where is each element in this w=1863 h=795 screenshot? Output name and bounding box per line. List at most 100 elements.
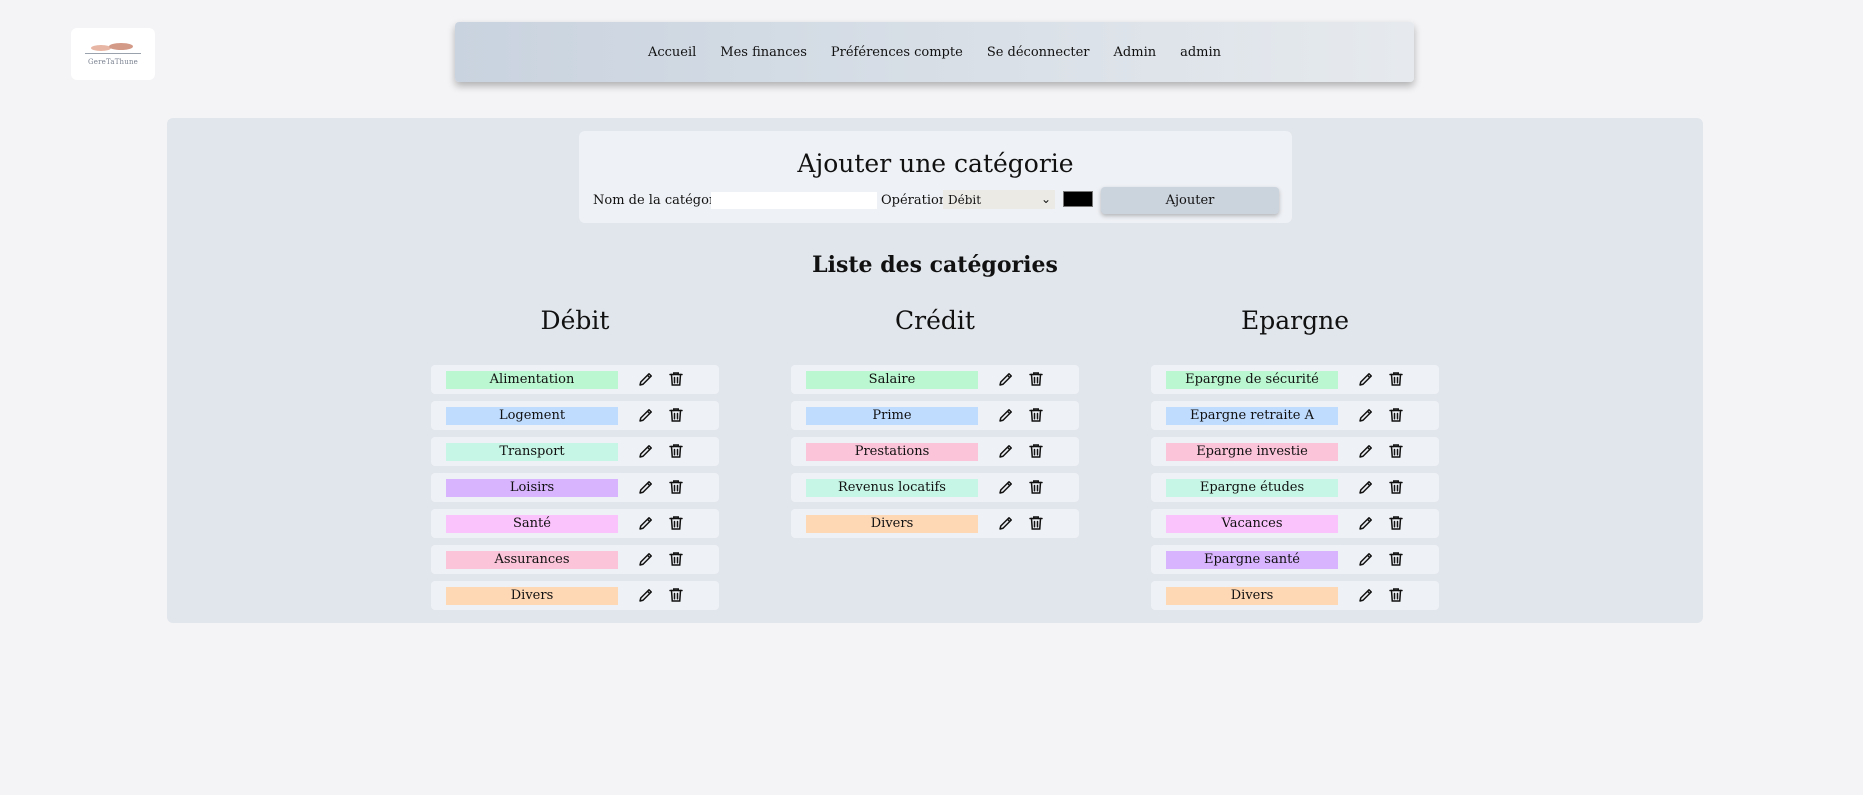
main-panel: Ajouter une catégorie Nom de la catégori… — [167, 118, 1703, 623]
column-debit: Débit Alimentation Logement Transport Loisi… — [431, 306, 719, 610]
nav-mes-finances[interactable]: Mes finances — [708, 45, 819, 60]
edit-pencil-icon[interactable] — [637, 478, 655, 496]
category-label: Revenus locatifs — [806, 479, 978, 497]
delete-trash-icon[interactable] — [667, 442, 685, 460]
category-label: Alimentation — [446, 371, 618, 389]
rows-credit: Salaire Prime Prestations Revenus locatifs D… — [791, 365, 1079, 545]
app-logo[interactable]: GereTaThune — [71, 28, 155, 80]
edit-pencil-icon[interactable] — [997, 406, 1015, 424]
category-label: Divers — [806, 515, 978, 533]
delete-trash-icon[interactable] — [1387, 478, 1405, 496]
category-label: Prestations — [806, 443, 978, 461]
delete-trash-icon[interactable] — [667, 370, 685, 388]
add-category-row: Nom de la catégorie Opération Débit ⌄ Aj… — [593, 187, 1279, 215]
operation-label: Opération — [881, 193, 948, 208]
category-row: Alimentation — [431, 365, 719, 394]
category-label: Salaire — [806, 371, 978, 389]
edit-pencil-icon[interactable] — [1357, 586, 1375, 604]
category-label: Assurances — [446, 551, 618, 569]
operation-select-value: Débit — [948, 192, 982, 207]
category-row: Assurances — [431, 545, 719, 574]
category-label: Vacances — [1166, 515, 1338, 533]
delete-trash-icon[interactable] — [667, 406, 685, 424]
delete-trash-icon[interactable] — [1387, 514, 1405, 532]
category-row: Epargne de sécurité — [1151, 365, 1439, 394]
delete-trash-icon[interactable] — [1027, 406, 1045, 424]
edit-pencil-icon[interactable] — [997, 478, 1015, 496]
category-row: Revenus locatifs — [791, 473, 1079, 502]
category-row: Logement — [431, 401, 719, 430]
add-category-form: Ajouter une catégorie Nom de la catégori… — [579, 131, 1292, 223]
category-row: Prestations — [791, 437, 1079, 466]
category-label: Epargne études — [1166, 479, 1338, 497]
category-row: Epargne investie — [1151, 437, 1439, 466]
category-row: Divers — [1151, 581, 1439, 610]
add-category-button[interactable]: Ajouter — [1101, 187, 1279, 214]
edit-pencil-icon[interactable] — [637, 586, 655, 604]
edit-pencil-icon[interactable] — [997, 442, 1015, 460]
delete-trash-icon[interactable] — [1027, 370, 1045, 388]
delete-trash-icon[interactable] — [1387, 370, 1405, 388]
category-label: Epargne de sécurité — [1166, 371, 1338, 389]
category-row: Santé — [431, 509, 719, 538]
category-label: Epargne retraite A — [1166, 407, 1338, 425]
delete-trash-icon[interactable] — [1387, 550, 1405, 568]
edit-pencil-icon[interactable] — [1357, 370, 1375, 388]
edit-pencil-icon[interactable] — [997, 514, 1015, 532]
logo-mark-icon — [83, 42, 143, 56]
category-label: Divers — [446, 587, 618, 605]
color-picker[interactable] — [1063, 191, 1093, 207]
category-label: Logement — [446, 407, 618, 425]
category-label: Epargne investie — [1166, 443, 1338, 461]
delete-trash-icon[interactable] — [667, 478, 685, 496]
category-row: Salaire — [791, 365, 1079, 394]
delete-trash-icon[interactable] — [1027, 478, 1045, 496]
edit-pencil-icon[interactable] — [1357, 550, 1375, 568]
nav-admin[interactable]: Admin — [1102, 45, 1169, 60]
edit-pencil-icon[interactable] — [1357, 514, 1375, 532]
category-list-title: Liste des catégories — [812, 252, 1058, 278]
nav-user-admin[interactable]: admin — [1168, 45, 1233, 60]
delete-trash-icon[interactable] — [1387, 586, 1405, 604]
logo-text: GereTaThune — [87, 58, 139, 66]
column-title-credit: Crédit — [895, 306, 975, 335]
delete-trash-icon[interactable] — [667, 586, 685, 604]
edit-pencil-icon[interactable] — [637, 370, 655, 388]
nav-preferences-compte[interactable]: Préférences compte — [819, 45, 975, 60]
add-category-title: Ajouter une catégorie — [797, 149, 1074, 178]
category-label: Divers — [1166, 587, 1338, 605]
edit-pencil-icon[interactable] — [997, 370, 1015, 388]
top-navigation: Accueil Mes finances Préférences compte … — [455, 22, 1414, 82]
category-row: Divers — [791, 509, 1079, 538]
category-row: Epargne études — [1151, 473, 1439, 502]
delete-trash-icon[interactable] — [1027, 514, 1045, 532]
column-title-epargne: Epargne — [1240, 306, 1349, 335]
category-label: Prime — [806, 407, 978, 425]
edit-pencil-icon[interactable] — [1357, 406, 1375, 424]
category-row: Divers — [431, 581, 719, 610]
edit-pencil-icon[interactable] — [637, 514, 655, 532]
delete-trash-icon[interactable] — [667, 550, 685, 568]
column-title-debit: Débit — [540, 306, 610, 335]
edit-pencil-icon[interactable] — [637, 442, 655, 460]
edit-pencil-icon[interactable] — [1357, 442, 1375, 460]
category-row: Prime — [791, 401, 1079, 430]
category-row: Epargne retraite A — [1151, 401, 1439, 430]
edit-pencil-icon[interactable] — [1357, 478, 1375, 496]
delete-trash-icon[interactable] — [1027, 442, 1045, 460]
chevron-down-icon: ⌄ — [1040, 192, 1051, 206]
edit-pencil-icon[interactable] — [637, 550, 655, 568]
nav-se-deconnecter[interactable]: Se déconnecter — [975, 45, 1102, 60]
operation-select[interactable]: Débit ⌄ — [943, 190, 1055, 209]
nav-accueil[interactable]: Accueil — [636, 45, 708, 60]
delete-trash-icon[interactable] — [1387, 406, 1405, 424]
category-name-label: Nom de la catégorie — [593, 193, 728, 208]
delete-trash-icon[interactable] — [667, 514, 685, 532]
edit-pencil-icon[interactable] — [637, 406, 655, 424]
category-label: Epargne santé — [1166, 551, 1338, 569]
category-row: Vacances — [1151, 509, 1439, 538]
column-epargne: Epargne Epargne de sécurité Epargne retra… — [1151, 306, 1439, 610]
delete-trash-icon[interactable] — [1387, 442, 1405, 460]
category-name-input[interactable] — [711, 192, 877, 209]
rows-epargne: Epargne de sécurité Epargne retraite A Epa… — [1151, 365, 1439, 617]
